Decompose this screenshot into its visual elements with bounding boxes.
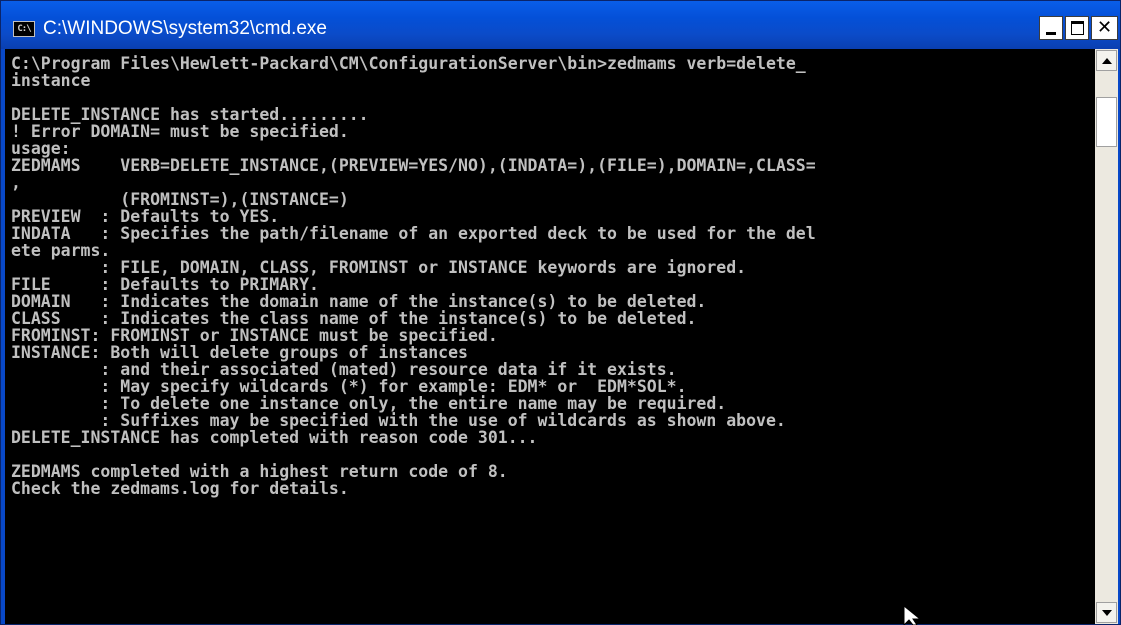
close-button[interactable]: ✕ xyxy=(1091,16,1118,40)
minimize-button[interactable] xyxy=(1039,16,1063,40)
console-line: DOMAIN : Indicates the domain name of th… xyxy=(11,292,707,311)
maximize-icon xyxy=(1071,21,1084,35)
window-title: C:\WINDOWS\system32\cmd.exe xyxy=(43,18,327,39)
console-line: (FROMINST=),(INSTANCE=) xyxy=(11,190,349,209)
console-line: ZEDMAMS completed with a highest return … xyxy=(11,462,508,481)
console-line: DELETE_INSTANCE has started......... xyxy=(11,105,369,124)
console-text: C:\Program Files\Hewlett-Packard\CM\Conf… xyxy=(11,55,816,497)
scroll-up-button[interactable] xyxy=(1096,50,1117,71)
scrollbar-thumb[interactable] xyxy=(1096,97,1117,147)
scroll-down-button[interactable] xyxy=(1096,602,1117,623)
maximize-button[interactable] xyxy=(1065,16,1089,40)
console-line: , xyxy=(11,173,21,192)
console-line: CLASS : Indicates the class name of the … xyxy=(11,309,697,328)
console-line: : FILE, DOMAIN, CLASS, FROMINST or INSTA… xyxy=(11,258,747,277)
title-bar[interactable]: C:\ C:\WINDOWS\system32\cmd.exe ✕ xyxy=(1,1,1120,49)
console-line: FILE : Defaults to PRIMARY. xyxy=(11,275,319,294)
arrow-up-icon xyxy=(1102,58,1112,64)
console-line: ete parms. xyxy=(11,241,111,260)
console-line: INSTANCE: Both will delete groups of ins… xyxy=(11,343,468,362)
cmd-window: C:\ C:\WINDOWS\system32\cmd.exe ✕ C:\Pro… xyxy=(0,0,1121,625)
console-line: ZEDMAMS VERB=DELETE_INSTANCE,(PREVIEW=YE… xyxy=(11,156,816,175)
vertical-scrollbar[interactable] xyxy=(1095,49,1118,624)
console-line: PREVIEW : Defaults to YES. xyxy=(11,207,280,226)
console-line: Check the zedmams.log for details. xyxy=(11,479,349,498)
console-line: INDATA : Specifies the path/filename of … xyxy=(11,224,816,243)
console-line: instance xyxy=(11,71,91,90)
mouse-pointer-icon xyxy=(903,606,933,625)
cmd-icon[interactable]: C:\ xyxy=(13,21,35,37)
console-output[interactable]: C:\Program Files\Hewlett-Packard\CM\Conf… xyxy=(5,49,1095,624)
console-line: : May specify wildcards (*) for example:… xyxy=(11,377,687,396)
minimize-icon xyxy=(1046,32,1056,35)
console-line: : To delete one instance only, the entir… xyxy=(11,394,727,413)
arrow-down-icon xyxy=(1102,610,1112,616)
console-line: DELETE_INSTANCE has completed with reaso… xyxy=(11,428,538,447)
console-line: ! Error DOMAIN= must be specified. xyxy=(11,122,349,141)
console-line: FROMINST: FROMINST or INSTANCE must be s… xyxy=(11,326,498,345)
console-line: usage: xyxy=(11,139,71,158)
console-line: : Suffixes may be specified with the use… xyxy=(11,411,786,430)
console-line: C:\Program Files\Hewlett-Packard\CM\Conf… xyxy=(11,54,806,73)
close-icon: ✕ xyxy=(1096,17,1113,38)
console-line: : and their associated (mated) resource … xyxy=(11,360,677,379)
